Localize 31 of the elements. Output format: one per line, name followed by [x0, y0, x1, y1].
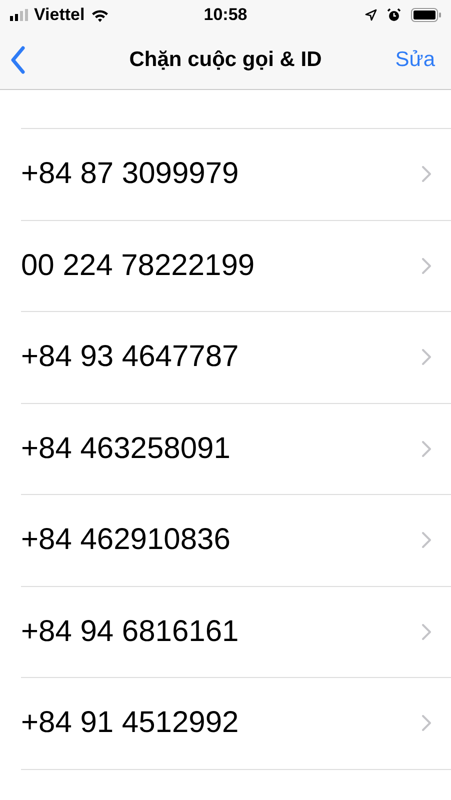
back-icon[interactable]	[10, 46, 26, 74]
chevron-icon	[422, 624, 431, 640]
chevron-icon	[422, 166, 431, 182]
phone-number: +84 91 4512992	[21, 706, 240, 740]
alarm-clock-icon	[387, 8, 402, 22]
chevron-icon	[422, 715, 431, 732]
blocked-number-row[interactable]: +84 94 6816161	[21, 586, 451, 677]
battery-icon	[411, 8, 442, 22]
chevron-icon	[422, 532, 431, 548]
phone-number: +84 462910836	[21, 523, 232, 558]
clock-time: 10:58	[204, 5, 248, 25]
screen-title: Chặn cuộc gọi & ID	[128, 48, 323, 72]
blocked-number-row[interactable]: 00 224 78222199	[21, 220, 451, 311]
phone-number: +84 94 6816161	[21, 614, 240, 649]
carrier-name: Viettel	[34, 5, 85, 25]
chevron-icon	[422, 258, 431, 274]
phone-number: +84 87 3099979	[21, 157, 240, 192]
phone-number: +84 463258091	[21, 432, 232, 466]
blocked-number-row[interactable]: +84 91 4512992	[21, 677, 451, 768]
location-arrow-icon	[365, 9, 378, 21]
blocked-number-row[interactable]: +84 462910836	[21, 494, 451, 586]
chevron-icon	[422, 440, 431, 457]
blocked-number-row[interactable]: +84 463258091	[21, 402, 451, 494]
edit-button[interactable]: Sửa	[389, 48, 441, 72]
blocked-number-row[interactable]: +84 93 4647787	[21, 311, 451, 402]
wifi-icon	[90, 8, 109, 22]
phone-number: +84 93 4647787	[21, 340, 240, 374]
chevron-icon	[422, 349, 431, 366]
signal-icon	[10, 9, 28, 21]
blocked-number-row[interactable]: +84 87 3099979	[21, 128, 451, 220]
phone-number: 00 224 78222199	[21, 248, 256, 283]
